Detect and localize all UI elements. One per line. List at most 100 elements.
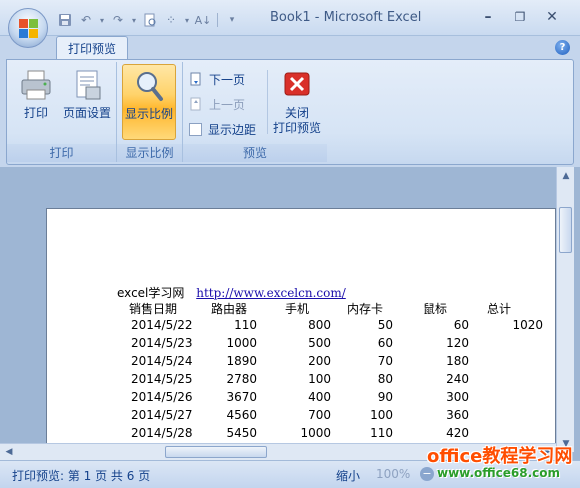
page-info: 打印预览: 第 1 页 共 6 页 [12,469,151,483]
watermark: office教程学习网 www.office68.com [415,442,575,486]
table-cell: 3670 [226,390,257,404]
zoom-label[interactable]: 缩小 [336,467,360,484]
table-cell: 500 [308,336,331,350]
redo-icon[interactable]: ↷ [109,11,127,29]
ribbon-tab-row: 打印预览 ? [0,36,580,60]
show-margins-label: 显示边距 [208,122,257,137]
chevron-down-icon[interactable]: ▾ [183,11,191,29]
table-cell: 5450 [226,426,257,440]
page-header-text: excel学习网 [117,286,185,300]
scroll-left-icon[interactable]: ◀ [2,445,16,459]
restore-button[interactable]: ❐ [504,6,536,28]
group-preview: 下一页 上一页 显示边距 关闭 打印预览 预览 [183,62,327,162]
table-row: 2014/5/25 2780 100 80 240 [131,372,551,390]
table-cell: 1890 [226,354,257,368]
table-cell: 2780 [226,372,257,386]
tab-print-preview[interactable]: 打印预览 [56,36,128,60]
next-page-button[interactable]: 下一页 [189,68,245,90]
close-button[interactable]: ✕ [536,6,568,28]
office-logo-icon [19,19,39,39]
table-cell: 80 [377,372,393,386]
watermark-title: office教程学习网 [427,446,573,467]
print-button-label: 打印 [23,106,48,120]
scroll-up-icon[interactable]: ▲ [557,167,575,184]
table-row: 2014/5/22 110 800 50 60 1020 [131,318,551,336]
magnifier-icon [132,69,166,103]
zoom-button-label: 显示比例 [124,107,173,121]
previous-page-label: 上一页 [209,97,246,112]
table-cell: 1000 [226,336,257,350]
preview-area: excel学习网 http://www.excelcn.com/ 销售日期 路由器… [0,167,580,460]
vertical-scrollbar[interactable]: ▲ ▼ [556,167,574,452]
chevron-down-icon[interactable]: ▾ [130,11,138,29]
previous-page-button[interactable]: 上一页 [189,93,245,115]
table-cell: 50 [377,318,393,332]
table-cell: 400 [308,390,331,404]
page-setup-button[interactable]: 页面设置 [59,64,115,140]
print-preview-icon[interactable] [141,11,159,29]
table-cell: 420 [446,426,469,440]
table-cell: 200 [308,354,331,368]
customize-toolbar-icon[interactable]: ▾ [223,11,241,29]
column-header: 路由器 [211,302,248,316]
shapes-icon[interactable]: ⁘ [162,11,180,29]
horizontal-scroll-thumb[interactable] [165,446,267,458]
column-header: 鼠标 [423,302,448,316]
table-cell: 2014/5/27 [131,408,193,422]
undo-icon[interactable]: ↶ [77,11,95,29]
save-icon[interactable] [56,11,74,29]
toolbar-divider [217,13,218,27]
table-cell: 360 [446,408,469,422]
page-setup-icon [70,68,104,102]
table-cell: 700 [308,408,331,422]
column-header: 内存卡 [347,302,384,316]
close-print-preview-button[interactable]: 关闭 打印预览 [269,64,325,140]
printer-icon [19,68,53,102]
table-cell: 180 [446,354,469,368]
group-preview-label: 预览 [183,144,327,162]
table-cell: 2014/5/26 [131,390,193,404]
table-cell: 60 [377,336,393,350]
table-row: 2014/5/23 1000 500 60 120 [131,336,551,354]
preview-page: excel学习网 http://www.excelcn.com/ 销售日期 路由器… [46,208,556,448]
zoom-button[interactable]: 显示比例 [122,64,176,140]
table-header-row: 销售日期 路由器 手机 内存卡 鼠标 总计 [129,300,551,318]
table-row: 2014/5/26 3670 400 90 300 [131,390,551,408]
table-cell: 2014/5/23 [131,336,193,350]
table-cell: 60 [453,318,469,332]
office-button[interactable] [8,8,48,48]
group-print: 打印 页面设置 打印 [7,62,117,162]
checkbox-box[interactable] [189,122,202,136]
close-preview-label: 关闭 打印预览 [273,106,321,136]
help-icon[interactable]: ? [555,40,570,55]
vertical-scroll-thumb[interactable] [559,207,572,253]
page-header-link[interactable]: http://www.excelcn.com/ [196,286,346,300]
table-cell: 2014/5/22 [131,318,193,332]
group-zoom-label: 显示比例 [117,144,182,162]
close-preview-icon [280,68,314,102]
print-button[interactable]: 打印 [10,64,62,140]
window-controls: – ❐ ✕ [472,6,568,28]
next-page-label: 下一页 [209,72,246,87]
table-cell: 1000 [300,426,331,440]
chevron-down-icon[interactable]: ▾ [98,11,106,29]
title-bar: ↶ ▾ ↷ ▾ ⁘ ▾ A↓ ▾ Book1 - Microsoft Excel… [0,0,580,36]
table-cell: 100 [308,372,331,386]
table-cell: 2014/5/24 [131,354,193,368]
show-margins-checkbox[interactable]: 显示边距 [189,118,256,140]
minimize-button[interactable]: – [472,6,504,28]
zoom-level[interactable]: 100% [376,467,410,481]
table-cell: 2014/5/28 [131,426,193,440]
table-row: 2014/5/24 1890 200 70 180 [131,354,551,372]
ribbon: 打印 页面设置 打印 显示比例 显示比例 下一页 上一页 显示边距 关闭 打印预… [6,59,574,165]
table-cell: 2014/5/25 [131,372,193,386]
window-title: Book1 - Microsoft Excel [270,10,422,25]
table-cell: 1020 [512,318,543,332]
table-row: 2014/5/27 4560 700 100 360 [131,408,551,426]
group-divider [267,70,268,134]
table-cell: 4560 [226,408,257,422]
sort-icon[interactable]: A↓ [194,11,212,29]
table-cell: 70 [377,354,393,368]
table-cell: 110 [370,426,393,440]
close-preview-label-line2: 打印预览 [272,121,321,135]
